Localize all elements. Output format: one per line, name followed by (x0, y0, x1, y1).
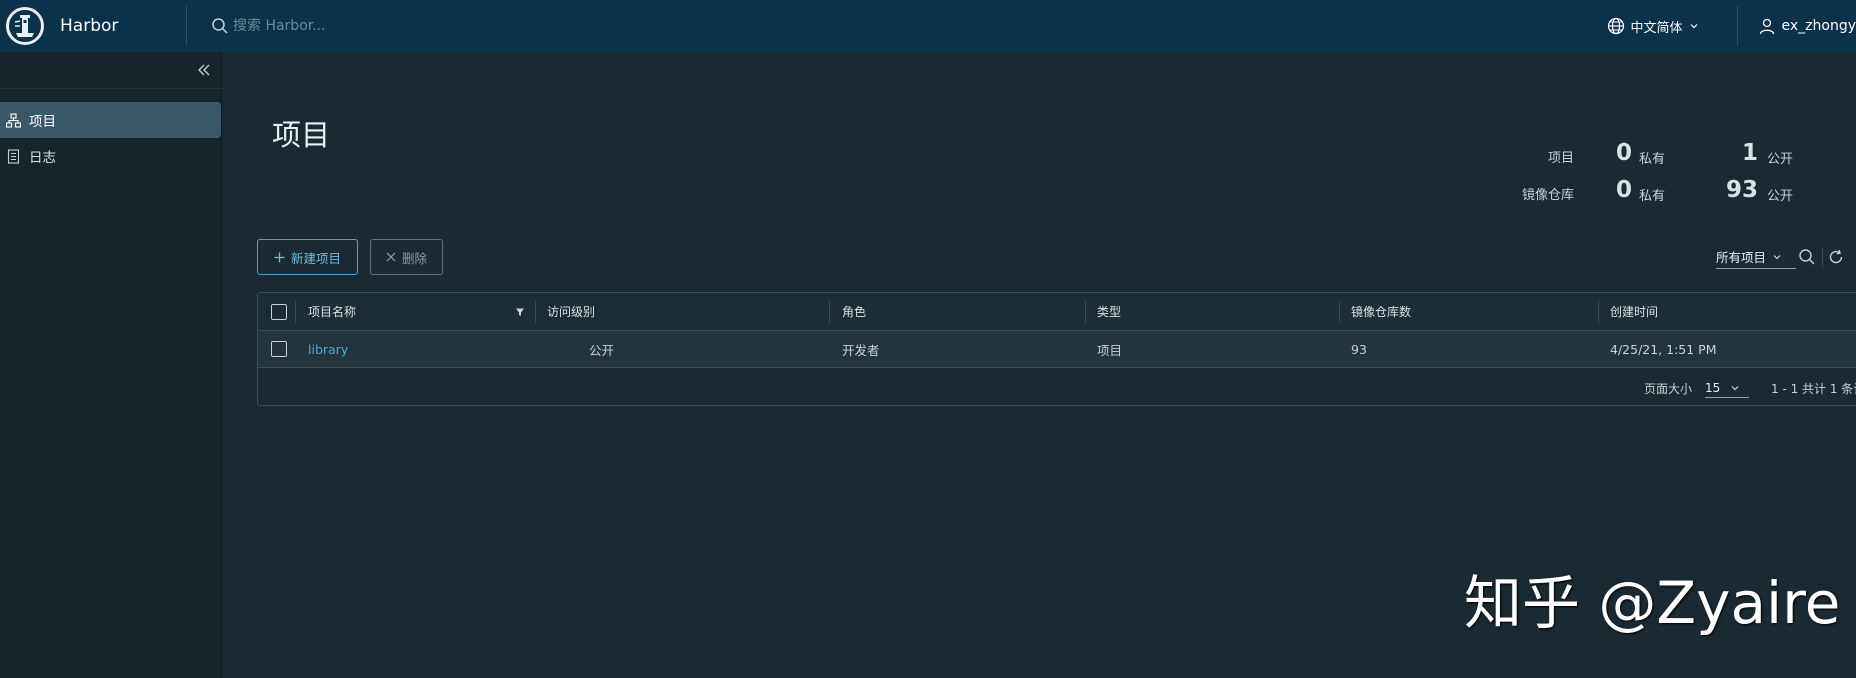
row-checkbox[interactable] (271, 341, 287, 357)
language-label: 中文简体 (1630, 20, 1683, 36)
harbor-logo-icon (6, 7, 44, 45)
column-separator (1085, 301, 1086, 323)
column-separator (1598, 301, 1599, 323)
column-separator (829, 301, 830, 323)
select-all-checkbox[interactable] (271, 303, 287, 320)
column-header-repo-count[interactable]: 镜像仓库数 (1351, 293, 1411, 330)
stat-projects-private: 0 (1615, 140, 1632, 166)
column-separator (1339, 301, 1340, 323)
pagination-summary: 1 - 1 共计 1 条记 (1771, 382, 1856, 396)
plus-icon (274, 252, 285, 262)
sidebar-item-label: 项目 (29, 114, 56, 130)
toolbar-divider (1822, 247, 1823, 267)
top-navbar: Harbor 中文简体 ex_zhongy (0, 0, 1856, 52)
brand[interactable]: Harbor (0, 0, 186, 52)
logs-icon (7, 148, 20, 164)
column-label: 镜像仓库数 (1351, 305, 1412, 319)
chevron-down-icon (1690, 24, 1697, 29)
row-select-cell (271, 331, 287, 367)
language-selector[interactable]: 中文简体 (1607, 17, 1699, 36)
delete-button[interactable]: 删除 (370, 239, 443, 275)
cell-created: 4/25/21, 1:51 PM (1610, 341, 1717, 357)
close-icon (386, 252, 396, 262)
cell-repo-count: 93 (1351, 341, 1367, 357)
cell-role: 开发者 (842, 342, 880, 358)
table-footer: 页面大小 15 1 - 1 共计 1 条记 (258, 368, 1856, 406)
sidebar-item-label: 日志 (29, 150, 56, 166)
column-header-access[interactable]: 访问级别 (547, 293, 595, 330)
stat-projects-public: 1 (1741, 140, 1758, 166)
page-size-label: 页面大小 (1644, 382, 1693, 396)
column-header-type[interactable]: 类型 (1097, 293, 1121, 330)
column-separator (535, 301, 536, 323)
column-header-created[interactable]: 创建时间 (1610, 293, 1658, 330)
sidebar-item-logs[interactable]: 日志 (0, 138, 221, 174)
cell-type: 项目 (1097, 342, 1123, 358)
header-divider (186, 6, 187, 46)
brand-name: Harbor (60, 16, 119, 36)
column-header-role[interactable]: 角色 (842, 293, 866, 330)
page-size-select[interactable]: 15 (1705, 378, 1749, 398)
refresh-icon[interactable] (1826, 247, 1846, 267)
chevron-down-icon (1773, 254, 1781, 259)
column-label: 类型 (1097, 305, 1122, 319)
filter-icon[interactable] (515, 307, 525, 317)
project-link[interactable]: library (308, 342, 348, 357)
username: ex_zhongy (1781, 18, 1856, 34)
column-label: 创建时间 (1610, 305, 1659, 319)
page-title: 项目 (272, 118, 331, 152)
stat-public-label-2: 公开 (1767, 189, 1794, 204)
chevron-down-icon (1731, 385, 1739, 390)
select-all-cell (271, 293, 287, 330)
stat-projects-label: 项目 (1547, 151, 1574, 166)
filter-value: 所有项目 (1716, 250, 1767, 265)
projects-icon (6, 112, 21, 128)
table-header: 项目名称 访问级别 角色 类型 镜像仓库数 创建时间 (258, 293, 1856, 331)
stat-repos-private: 0 (1615, 177, 1632, 203)
page-size-value: 15 (1705, 380, 1721, 395)
sidebar-item-projects[interactable]: 项目 (0, 102, 221, 138)
stat-private-label-2: 私有 (1639, 189, 1666, 204)
table-row[interactable]: library 公开 开发者 项目 93 4/25/21, 1:51 PM (258, 331, 1856, 368)
new-project-button[interactable]: 新建项目 (257, 239, 358, 275)
search-projects-icon[interactable] (1797, 247, 1817, 267)
global-search (211, 8, 611, 44)
column-separator (295, 301, 296, 323)
search-icon[interactable] (211, 17, 229, 35)
sidebar-divider (0, 88, 222, 89)
sidebar: 项目 日志 (0, 52, 222, 678)
user-icon (1759, 18, 1774, 35)
header-divider-2 (1736, 6, 1738, 46)
globe-icon (1607, 17, 1624, 35)
projects-table: 项目名称 访问级别 角色 类型 镜像仓库数 创建时间 library 公开 开发… (257, 292, 1856, 406)
stat-repos-label: 镜像仓库 (1521, 188, 1574, 203)
stat-public-label: 公开 (1767, 152, 1794, 167)
column-label: 项目名称 (308, 305, 357, 319)
column-header-name[interactable]: 项目名称 (308, 293, 533, 330)
delete-label: 删除 (401, 250, 427, 266)
search-input[interactable] (233, 18, 533, 34)
collapse-sidebar-icon[interactable] (196, 62, 212, 78)
user-menu[interactable]: ex_zhongy (1758, 17, 1856, 35)
column-label: 访问级别 (547, 305, 596, 319)
new-project-label: 新建项目 (290, 250, 341, 266)
stat-private-label: 私有 (1639, 152, 1666, 167)
cell-project-name: library (308, 331, 348, 367)
stat-repos-public: 93 (1725, 177, 1758, 203)
cell-access: 公开 (589, 342, 615, 358)
watermark-text: 知乎 @Zyaire (1464, 569, 1841, 637)
project-filter-select[interactable]: 所有项目 (1716, 245, 1796, 269)
column-label: 角色 (842, 305, 867, 319)
